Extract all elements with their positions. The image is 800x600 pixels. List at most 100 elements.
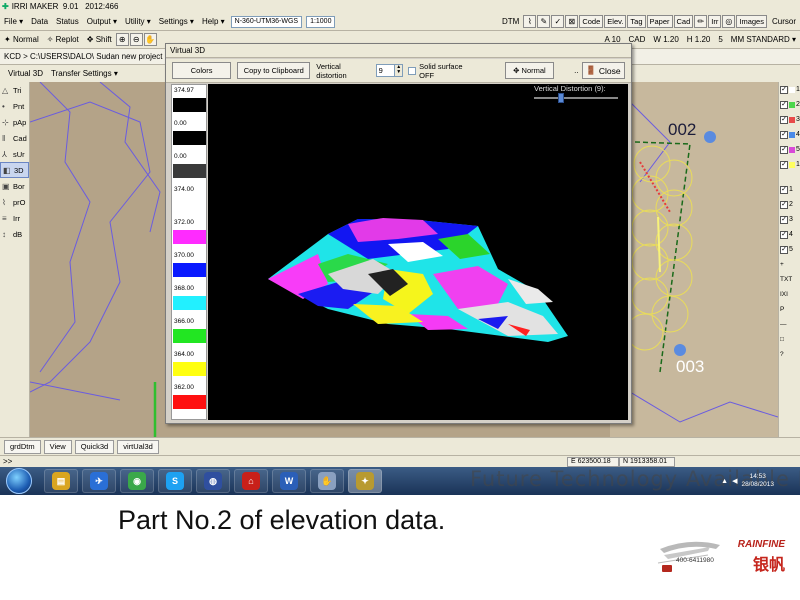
legend-swatch[interactable] xyxy=(173,395,206,409)
layer-checkbox[interactable]: ✓ xyxy=(780,130,788,139)
normal-button[interactable]: ✥ Normal xyxy=(504,62,555,79)
zoom-out-icon[interactable]: ⊖ xyxy=(129,33,143,46)
valve-marker[interactable] xyxy=(704,131,716,143)
side-tool[interactable]: + xyxy=(779,257,800,272)
layer-item[interactable]: ✓ 3 xyxy=(779,112,800,127)
replot-tool[interactable]: ✧ Replot xyxy=(43,35,83,44)
layer-toggle-checkbox[interactable]: ✓ xyxy=(780,230,788,239)
menu-settings[interactable]: Settings ▾ xyxy=(155,17,198,26)
tab-quick3d[interactable]: Quick3d xyxy=(74,439,115,454)
cursor-label[interactable]: Cursor xyxy=(768,17,800,26)
layer-checkbox[interactable]: ✓ xyxy=(780,145,788,154)
elev-button[interactable]: Elev. xyxy=(604,15,627,28)
colors-button[interactable]: Colors xyxy=(172,62,232,79)
vertical-distortion-slider-thumb[interactable] xyxy=(558,93,564,103)
paper-button[interactable]: Paper xyxy=(646,15,673,28)
close-button[interactable]: 🚪 Close xyxy=(581,62,625,79)
taskbar-app[interactable]: S xyxy=(158,469,192,493)
dtm-label[interactable]: DTM xyxy=(498,17,523,26)
taskbar-app[interactable]: ✦ xyxy=(348,469,382,493)
spinner-arrows-icon[interactable]: ▲ ▼ xyxy=(394,65,403,76)
layer-item[interactable]: ✓ 4 xyxy=(779,127,800,142)
legend-swatch[interactable] xyxy=(173,329,206,343)
width-field[interactable]: W 1.20 xyxy=(649,35,682,44)
layer-item[interactable]: ✓ 5 xyxy=(779,142,800,157)
taskbar-app[interactable]: ✈ xyxy=(82,469,116,493)
layer-toggle[interactable]: ✓ 1 xyxy=(779,182,800,197)
legend-swatch[interactable] xyxy=(173,296,206,310)
layer-toggle[interactable]: ✓ 4 xyxy=(779,227,800,242)
layer-toggle-checkbox[interactable]: ✓ xyxy=(780,245,788,254)
network-icon[interactable]: ▲ xyxy=(721,478,728,485)
scale-field[interactable]: 1:1000 xyxy=(306,15,336,28)
taskbar-app[interactable]: ◍ xyxy=(196,469,230,493)
status-arrows[interactable]: >> xyxy=(0,457,12,466)
legend-swatch[interactable] xyxy=(173,164,206,178)
tool-3d[interactable]: ◧ 3D xyxy=(0,162,29,178)
globe-icon[interactable]: ◎ xyxy=(722,15,736,28)
menu-utility[interactable]: Utility ▾ xyxy=(121,17,155,26)
tag-button[interactable]: Tag xyxy=(627,15,646,28)
layer-checkbox[interactable]: ✓ xyxy=(780,100,788,109)
curve-tool-icon[interactable]: ⌇ xyxy=(523,15,537,28)
edit-tool-icon[interactable]: ✎ xyxy=(537,15,551,28)
height-field[interactable]: H 1.20 xyxy=(683,35,715,44)
legend-swatch[interactable] xyxy=(173,263,206,277)
tool-sur[interactable]: ⅄ sUr xyxy=(0,146,29,162)
pencil-icon[interactable]: ✏ xyxy=(694,15,708,28)
layer-checkbox[interactable]: ✓ xyxy=(780,160,788,169)
tab-virtual3d[interactable]: virtUal3d xyxy=(117,439,159,454)
side-tool[interactable]: — xyxy=(779,317,800,332)
taskbar-app[interactable]: ▤ xyxy=(44,469,78,493)
legend-swatch[interactable] xyxy=(173,362,206,376)
zoom-in-icon[interactable]: ⊕ xyxy=(115,33,129,46)
side-tool[interactable]: IXI xyxy=(779,287,800,302)
tool-db[interactable]: ↕ dB xyxy=(0,226,29,242)
tool-pap[interactable]: ⊹ pAp xyxy=(0,114,29,130)
taskbar-app[interactable]: W xyxy=(272,469,306,493)
legend-swatch[interactable] xyxy=(173,131,206,145)
tool-cad[interactable]: ‖ Cad xyxy=(0,130,29,146)
taskbar-app[interactable]: ✋ xyxy=(310,469,344,493)
tab-virtual-3d[interactable]: Virtual 3D xyxy=(4,69,47,78)
normal-tool[interactable]: ✦ Normal xyxy=(0,35,43,44)
taskbar-app[interactable]: ⌂ xyxy=(234,469,268,493)
style-number-field[interactable]: 5 xyxy=(714,35,726,44)
tool-tri[interactable]: △ Tri xyxy=(0,82,29,98)
tab-grddtm[interactable]: grdDtm xyxy=(4,439,41,454)
clock[interactable]: 14:53 28/08/2013 xyxy=(741,473,774,489)
tool-bor[interactable]: ▣ Bor xyxy=(0,178,29,194)
valve-marker[interactable] xyxy=(674,344,686,356)
menu-status[interactable]: Status xyxy=(52,17,83,26)
layer-checkbox[interactable]: ✓ xyxy=(780,115,788,124)
side-tool[interactable]: P xyxy=(779,302,800,317)
cad-button[interactable]: Cad xyxy=(673,15,694,28)
irr-button[interactable]: Irr xyxy=(708,15,722,28)
pin-tool-icon[interactable]: ✓ xyxy=(551,15,565,28)
side-tool[interactable]: ? xyxy=(779,347,800,362)
menu-file[interactable]: File ▾ xyxy=(0,17,27,26)
tab-view[interactable]: View xyxy=(43,439,72,454)
tool-pnt[interactable]: • Pnt xyxy=(0,98,29,114)
menu-output[interactable]: Output ▾ xyxy=(83,17,121,26)
start-button[interactable] xyxy=(6,468,32,494)
layer-toggle[interactable]: ✓ 2 xyxy=(779,197,800,212)
menu-help[interactable]: Help ▾ xyxy=(198,17,229,26)
layer-item[interactable]: ✓ 2 xyxy=(779,97,800,112)
layer-item[interactable]: ✓ 1 xyxy=(779,82,800,97)
shift-tool[interactable]: ✥ Shift xyxy=(83,35,116,44)
tool-irr[interactable]: ≡ Irr xyxy=(0,210,29,226)
tag-tool-icon[interactable]: ⊠ xyxy=(565,15,579,28)
style-dropdown[interactable]: MM STANDARD ▾ xyxy=(727,35,800,44)
menu-data[interactable]: Data xyxy=(27,17,52,26)
vertical-distortion-spinner[interactable]: 9 ▲ ▼ xyxy=(375,64,404,77)
layer-item[interactable]: ✓ 1 xyxy=(779,157,800,172)
layer-toggle-checkbox[interactable]: ✓ xyxy=(780,200,788,209)
volume-icon[interactable]: ◀ xyxy=(732,477,737,485)
legend-swatch[interactable] xyxy=(173,230,206,244)
3d-viewport[interactable] xyxy=(208,84,628,420)
pan-icon[interactable]: ✋ xyxy=(143,33,157,46)
tool-pro[interactable]: ⌇ prO xyxy=(0,194,29,210)
images-button[interactable]: Images xyxy=(736,15,767,28)
layer-checkbox[interactable]: ✓ xyxy=(780,85,788,94)
